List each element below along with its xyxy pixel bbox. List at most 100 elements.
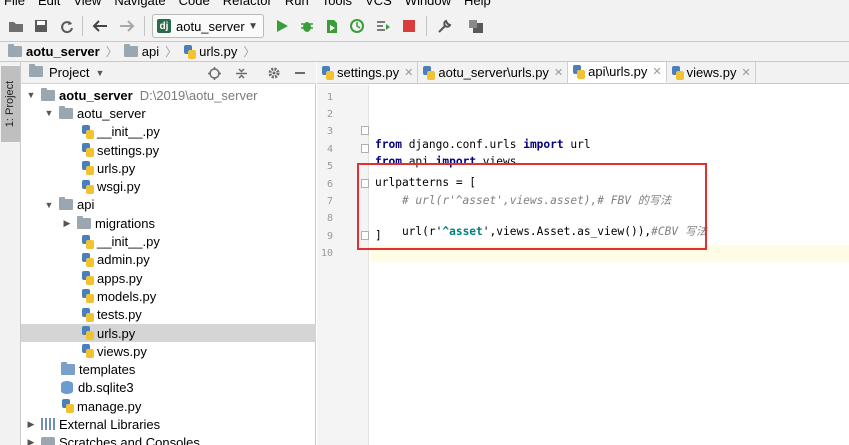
breadcrumb-label: aotu_server (26, 44, 100, 59)
tree-item-manage[interactable]: manage.py (21, 397, 316, 415)
tab-aotu-server-urls[interactable]: aotu_server\urls.py ✕ (418, 62, 569, 83)
menu-window[interactable]: Window (405, 0, 451, 8)
tree-item-tests[interactable]: tests.py (21, 306, 316, 324)
line-number: 5 (326, 161, 333, 172)
tab-label: views.py (686, 65, 737, 80)
tab-api-urls[interactable]: api\urls.py ✕ (568, 62, 667, 83)
gear-icon[interactable] (265, 64, 283, 82)
run-icon[interactable] (272, 16, 292, 36)
tree-item-label: views.py (97, 343, 147, 359)
chevron-right-icon: 〉 (243, 45, 256, 59)
coverage-icon[interactable] (322, 16, 342, 36)
line-number-gutter[interactable]: 1 2 3 4 5 6 7 8 9 10 (317, 85, 369, 445)
menu-tools[interactable]: Tools (322, 0, 352, 8)
menu-run[interactable]: Run (285, 0, 309, 8)
tree-item-db[interactable]: db.sqlite3 (21, 379, 316, 397)
minimize-icon[interactable] (291, 64, 309, 82)
tree-item-models[interactable]: models.py (21, 287, 316, 305)
chevron-down-icon[interactable]: ▼ (43, 108, 55, 118)
close-icon[interactable]: ✕ (404, 66, 413, 79)
tree-item-wsgi[interactable]: wsgi.py (21, 177, 316, 195)
line-number: 2 (326, 109, 333, 120)
python-file-icon (81, 161, 94, 176)
chevron-down-icon[interactable]: ▼ (43, 200, 55, 210)
sync-icon[interactable] (56, 16, 76, 36)
breadcrumb-item-file[interactable]: urls.py 〉 (183, 43, 255, 60)
menu-code[interactable]: Code (179, 0, 210, 8)
collapse-all-icon[interactable] (232, 64, 250, 82)
concurrency-icon[interactable] (373, 16, 393, 36)
tree-item-api-folder[interactable]: ▼ api (21, 196, 316, 214)
run-configuration-select[interactable]: dj aotu_server ▼ (152, 14, 264, 38)
python-file-icon (81, 271, 94, 286)
tree-item-scratches[interactable]: ▶ Scratches and Consoles (21, 434, 316, 445)
breadcrumb-item-project[interactable]: aotu_server 〉 (8, 43, 118, 60)
editor-tabs: settings.py ✕ aotu_server\urls.py ✕ api\… (317, 62, 849, 84)
menu-vcs[interactable]: VCS (365, 0, 392, 8)
python-file-icon (81, 234, 94, 249)
tree-item-root[interactable]: ▼ aotu_server D:\2019\aotu_server (21, 86, 316, 104)
close-icon[interactable]: ✕ (741, 66, 750, 79)
tree-item-settings[interactable]: settings.py (21, 141, 316, 159)
breadcrumb-item-api[interactable]: api 〉 (123, 43, 178, 60)
save-icon[interactable] (31, 16, 51, 36)
project-panel-title[interactable]: Project (49, 65, 89, 80)
python-file-icon (81, 344, 94, 359)
fold-marker-icon[interactable] (361, 144, 369, 153)
breadcrumb: aotu_server 〉 api 〉 urls.py 〉 (0, 42, 849, 62)
debug-icon[interactable] (297, 16, 317, 36)
tab-label: aotu_server\urls.py (438, 65, 549, 80)
project-icon (29, 64, 43, 77)
python-file-icon (671, 65, 684, 80)
menu-refactor[interactable]: Refactor (223, 0, 272, 8)
line-number: 9 (326, 231, 333, 242)
chevron-right-icon[interactable]: ▶ (25, 419, 37, 430)
locate-icon[interactable] (205, 64, 223, 82)
menu-edit[interactable]: Edit (38, 0, 60, 8)
menu-help[interactable]: Help (464, 0, 491, 8)
project-tool-button[interactable]: 1: Project (1, 66, 20, 142)
close-icon[interactable]: ✕ (554, 66, 563, 79)
stop-icon[interactable] (399, 16, 419, 36)
fold-marker-icon[interactable] (361, 126, 369, 135)
chevron-right-icon[interactable]: ▶ (61, 218, 73, 229)
tree-item-external-libraries[interactable]: ▶ External Libraries (21, 415, 316, 433)
chevron-down-icon[interactable]: ▼ (25, 90, 37, 100)
tree-item-label: urls.py (97, 325, 136, 341)
tree-item-urls[interactable]: urls.py (21, 159, 316, 177)
chevron-down-icon[interactable]: ▼ (95, 68, 104, 78)
line-number: 4 (326, 144, 333, 155)
tree-item-apps[interactable]: apps.py (21, 269, 316, 287)
menu-navigate[interactable]: Navigate (114, 0, 165, 8)
tab-settings[interactable]: settings.py ✕ (317, 62, 419, 83)
tree-item-path: D:\2019\aotu_server (139, 87, 258, 103)
tree-item-views[interactable]: views.py (21, 342, 316, 360)
wrench-icon[interactable] (434, 16, 454, 36)
tree-item-init[interactable]: __init__.py (21, 123, 316, 141)
terminal-icon[interactable] (466, 16, 486, 36)
tree-item-label: models.py (97, 288, 157, 304)
back-arrow-icon[interactable] (90, 16, 110, 36)
chevron-right-icon: 〉 (165, 45, 178, 59)
tree-item-aotu-server-folder[interactable]: ▼ aotu_server (21, 104, 316, 122)
close-icon[interactable]: ✕ (652, 65, 661, 78)
editor: settings.py ✕ aotu_server\urls.py ✕ api\… (317, 62, 849, 445)
tab-views[interactable]: views.py ✕ (667, 62, 756, 83)
project-panel: Project ▼ ▼ aotu_server D:\2019\aotu_ser… (21, 62, 316, 445)
code-area[interactable]: from django.conf.urls import url from ap… (370, 85, 849, 445)
tree-item-admin[interactable]: admin.py (21, 251, 316, 269)
tree-item-templates[interactable]: templates (21, 360, 316, 378)
chevron-right-icon[interactable]: ▶ (25, 437, 37, 445)
project-tool-label: 1: Project (4, 80, 17, 128)
open-folder-icon[interactable] (6, 16, 26, 36)
code-token: import (523, 138, 564, 151)
tree-item-migrations[interactable]: ▶ migrations (21, 214, 316, 232)
tree-item-init[interactable]: __init__.py (21, 232, 316, 250)
menu-view[interactable]: View (73, 0, 101, 8)
tree-item-urls-selected[interactable]: urls.py (21, 323, 316, 343)
forward-arrow-icon[interactable] (117, 16, 137, 36)
profile-icon[interactable] (347, 16, 367, 36)
menu-file[interactable]: File (4, 0, 25, 8)
chevron-down-icon: ▼ (248, 20, 258, 32)
menu-bar: File Edit View Navigate Code Refactor Ru… (0, 0, 849, 8)
